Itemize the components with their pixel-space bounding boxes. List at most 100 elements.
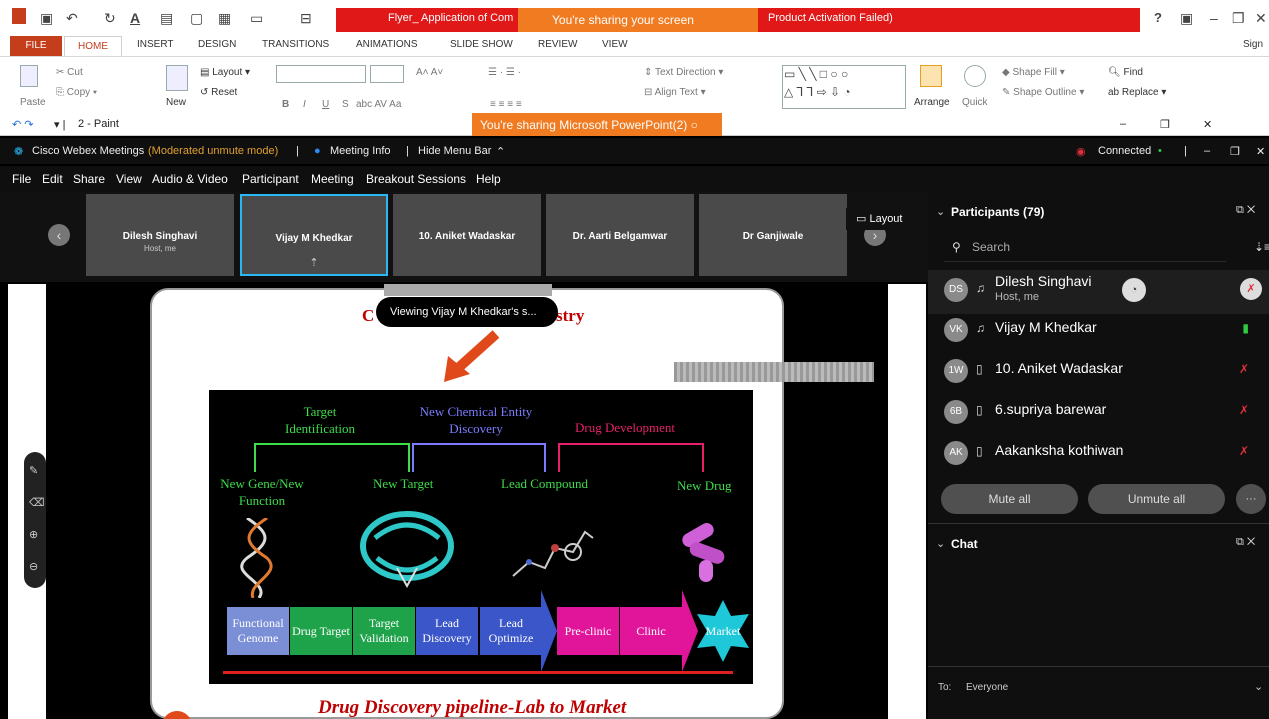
align-icon[interactable]: ≡ ≡ ≡ ≡ <box>490 99 522 110</box>
tab-transitions[interactable]: TRANSITIONS <box>262 39 329 50</box>
chat-message-input[interactable] <box>938 704 1258 719</box>
shadow-button[interactable]: S <box>342 99 349 110</box>
menu-file[interactable]: File <box>12 172 31 186</box>
reset-button[interactable]: ↺ Reset <box>200 87 237 98</box>
mic-muted-icon[interactable]: ✗ <box>1239 444 1249 458</box>
align-text-button[interactable]: ⊟ Align Text ▾ <box>644 87 706 98</box>
underline-button[interactable]: U <box>322 99 329 110</box>
layout-button[interactable]: ▤ Layout ▾ <box>200 67 250 78</box>
quick-access-icon[interactable]: ▾ | <box>54 118 65 131</box>
zoom-out-icon[interactable]: ⊖ <box>29 560 38 573</box>
chat-recipient-dropdown[interactable]: Everyone <box>966 682 1008 693</box>
text-format-icon[interactable]: A <box>130 10 140 26</box>
menu-view[interactable]: View <box>116 172 142 186</box>
font-size-dropdown[interactable] <box>370 65 404 83</box>
replace-button[interactable]: ab Replace ▾ <box>1108 87 1166 98</box>
menu-audio-video[interactable]: Audio & Video <box>152 172 228 186</box>
chevron-up-icon[interactable]: ⌃ <box>496 145 505 158</box>
chevron-down-icon[interactable]: ⌄ <box>936 537 945 550</box>
video-tile-active[interactable]: Vijay M Khedkar ⇡ <box>240 194 388 276</box>
copy-button[interactable]: ⎘ Copy ▾ <box>56 87 97 98</box>
screen-share-banner[interactable]: You're sharing your screen <box>518 8 758 32</box>
restore-icon[interactable]: ❐ <box>1230 145 1240 158</box>
menu-share[interactable]: Share <box>73 172 105 186</box>
find-button[interactable]: 🔍︎ Find <box>1108 67 1143 78</box>
grow-font-icon[interactable]: A˄ A˅ <box>416 67 443 78</box>
restore-icon[interactable]: ❐ <box>1160 118 1170 131</box>
shapes-row-icon[interactable]: △ ⅂ ⅂ ⇨ ⇩ ◔ <box>784 85 851 99</box>
mute-all-button[interactable]: Mute all <box>941 484 1078 514</box>
slide-icon[interactable]: ▢ <box>190 10 203 27</box>
mic-muted-icon[interactable]: ✗ <box>1239 362 1249 376</box>
tab-animations[interactable]: ANIMATIONS <box>356 39 417 50</box>
participant-row[interactable]: AK ▯ Aakanksha kothiwan ✗ <box>928 433 1269 473</box>
video-tile[interactable]: Dr Ganjiwale <box>699 194 847 276</box>
shapes-icon[interactable]: ▭ ╲ ╲ □ ○ ○ <box>784 67 848 81</box>
minimize-icon[interactable]: – <box>1204 145 1210 157</box>
chevron-left-icon[interactable]: ‹ <box>48 224 70 246</box>
tab-home[interactable]: HOME <box>64 36 122 57</box>
text-direction-button[interactable]: ⇕ Text Direction ▾ <box>644 67 723 78</box>
chevron-down-icon[interactable]: ⌄ <box>1254 680 1263 693</box>
restore-icon[interactable]: ❐ <box>1232 10 1245 27</box>
undo-icon[interactable]: ↶ <box>66 10 78 27</box>
close-icon[interactable]: ✕ <box>1255 10 1267 27</box>
pen-icon[interactable]: ✎ <box>29 464 38 477</box>
minimize-icon[interactable]: – <box>1120 118 1126 130</box>
arrange-icon[interactable] <box>920 65 942 87</box>
menu-edit[interactable]: Edit <box>42 172 63 186</box>
shape-fill-button[interactable]: ◆ Shape Fill ▾ <box>1002 67 1065 78</box>
meeting-info-button[interactable]: Meeting Info <box>330 145 391 157</box>
hide-menu-bar-button[interactable]: Hide Menu Bar <box>418 145 491 157</box>
sign-in-link[interactable]: Sign <box>1243 39 1263 50</box>
new-slide-button[interactable]: New <box>166 97 186 108</box>
participant-row[interactable]: DS ♫ Dilesh Singhavi Host, me ◔ ✗ <box>928 270 1269 314</box>
video-tile[interactable]: 10. Aniket Wadaskar <box>393 194 541 276</box>
menu-meeting[interactable]: Meeting <box>311 172 354 186</box>
quick-styles-icon[interactable] <box>964 65 986 87</box>
popout-icon[interactable]: ⧉ ✕ <box>1236 536 1255 549</box>
participant-row[interactable]: 6B ▯ 6.supriya barewar ✗ <box>928 392 1269 432</box>
unmute-all-button[interactable]: Unmute all <box>1088 484 1225 514</box>
mic-active-icon[interactable]: ▮ <box>1242 321 1249 335</box>
tab-insert[interactable]: INSERT <box>137 39 174 50</box>
eraser-icon[interactable]: ⌫ <box>29 496 45 509</box>
quick-styles-button[interactable]: Quick <box>962 97 988 108</box>
arrange-button[interactable]: Arrange <box>914 97 950 108</box>
cut-button[interactable]: ✂ Cut <box>56 67 83 78</box>
zoom-in-icon[interactable]: ⊕ <box>29 528 38 541</box>
menu-breakout-sessions[interactable]: Breakout Sessions <box>366 172 466 186</box>
paste-icon[interactable] <box>20 65 38 87</box>
help-button[interactable]: ? <box>1154 10 1162 25</box>
ribbon-options-icon[interactable]: ▣ <box>1180 10 1193 27</box>
paste-icon[interactable]: ▤ <box>160 10 173 27</box>
font-family-dropdown[interactable] <box>276 65 366 83</box>
menu-participant[interactable]: Participant <box>242 172 299 186</box>
save-icon[interactable]: ▣ <box>40 10 53 27</box>
close-icon[interactable]: ✕ <box>1256 145 1265 158</box>
mic-muted-icon[interactable]: ✗ <box>1240 278 1262 300</box>
shape-outline-button[interactable]: ✎ Shape Outline ▾ <box>1002 87 1084 98</box>
strikethrough-button[interactable]: abc AV Aa <box>356 99 401 110</box>
close-icon[interactable]: ✕ <box>1203 118 1212 131</box>
paste-button[interactable]: Paste <box>20 97 46 108</box>
tab-design[interactable]: DESIGN <box>198 39 236 50</box>
chevron-down-icon[interactable]: ⌄ <box>936 205 945 218</box>
customize-icon[interactable]: ⊟ <box>300 10 312 27</box>
sharing-app-banner[interactable]: You're sharing Microsoft PowerPoint(2) ○ <box>472 113 722 136</box>
mic-muted-icon[interactable]: ✗ <box>1239 403 1249 417</box>
more-options-icon[interactable]: ··· <box>1236 484 1266 514</box>
sort-icon[interactable]: ⇣≡ <box>1254 240 1269 254</box>
undo-icon[interactable]: ↶ ↷ <box>12 118 34 131</box>
new-slide-icon[interactable]: ▭ <box>250 10 263 27</box>
minimize-icon[interactable]: – <box>1210 10 1218 26</box>
participant-row[interactable]: VK ♫ Vijay M Khedkar ▮ <box>928 310 1269 350</box>
video-tile[interactable]: Dilesh Singhavi Host, me <box>86 194 234 276</box>
video-tile[interactable]: Dr. Aarti Belgamwar <box>546 194 694 276</box>
search-input[interactable]: ⚲ Search <box>944 232 1226 262</box>
popout-icon[interactable]: ⧉ ✕ <box>1236 204 1255 217</box>
table-icon[interactable]: ▦ <box>218 10 231 27</box>
tab-review[interactable]: REVIEW <box>538 39 577 50</box>
italic-button[interactable]: I <box>303 99 306 110</box>
redo-icon[interactable]: ↻ <box>104 10 116 27</box>
